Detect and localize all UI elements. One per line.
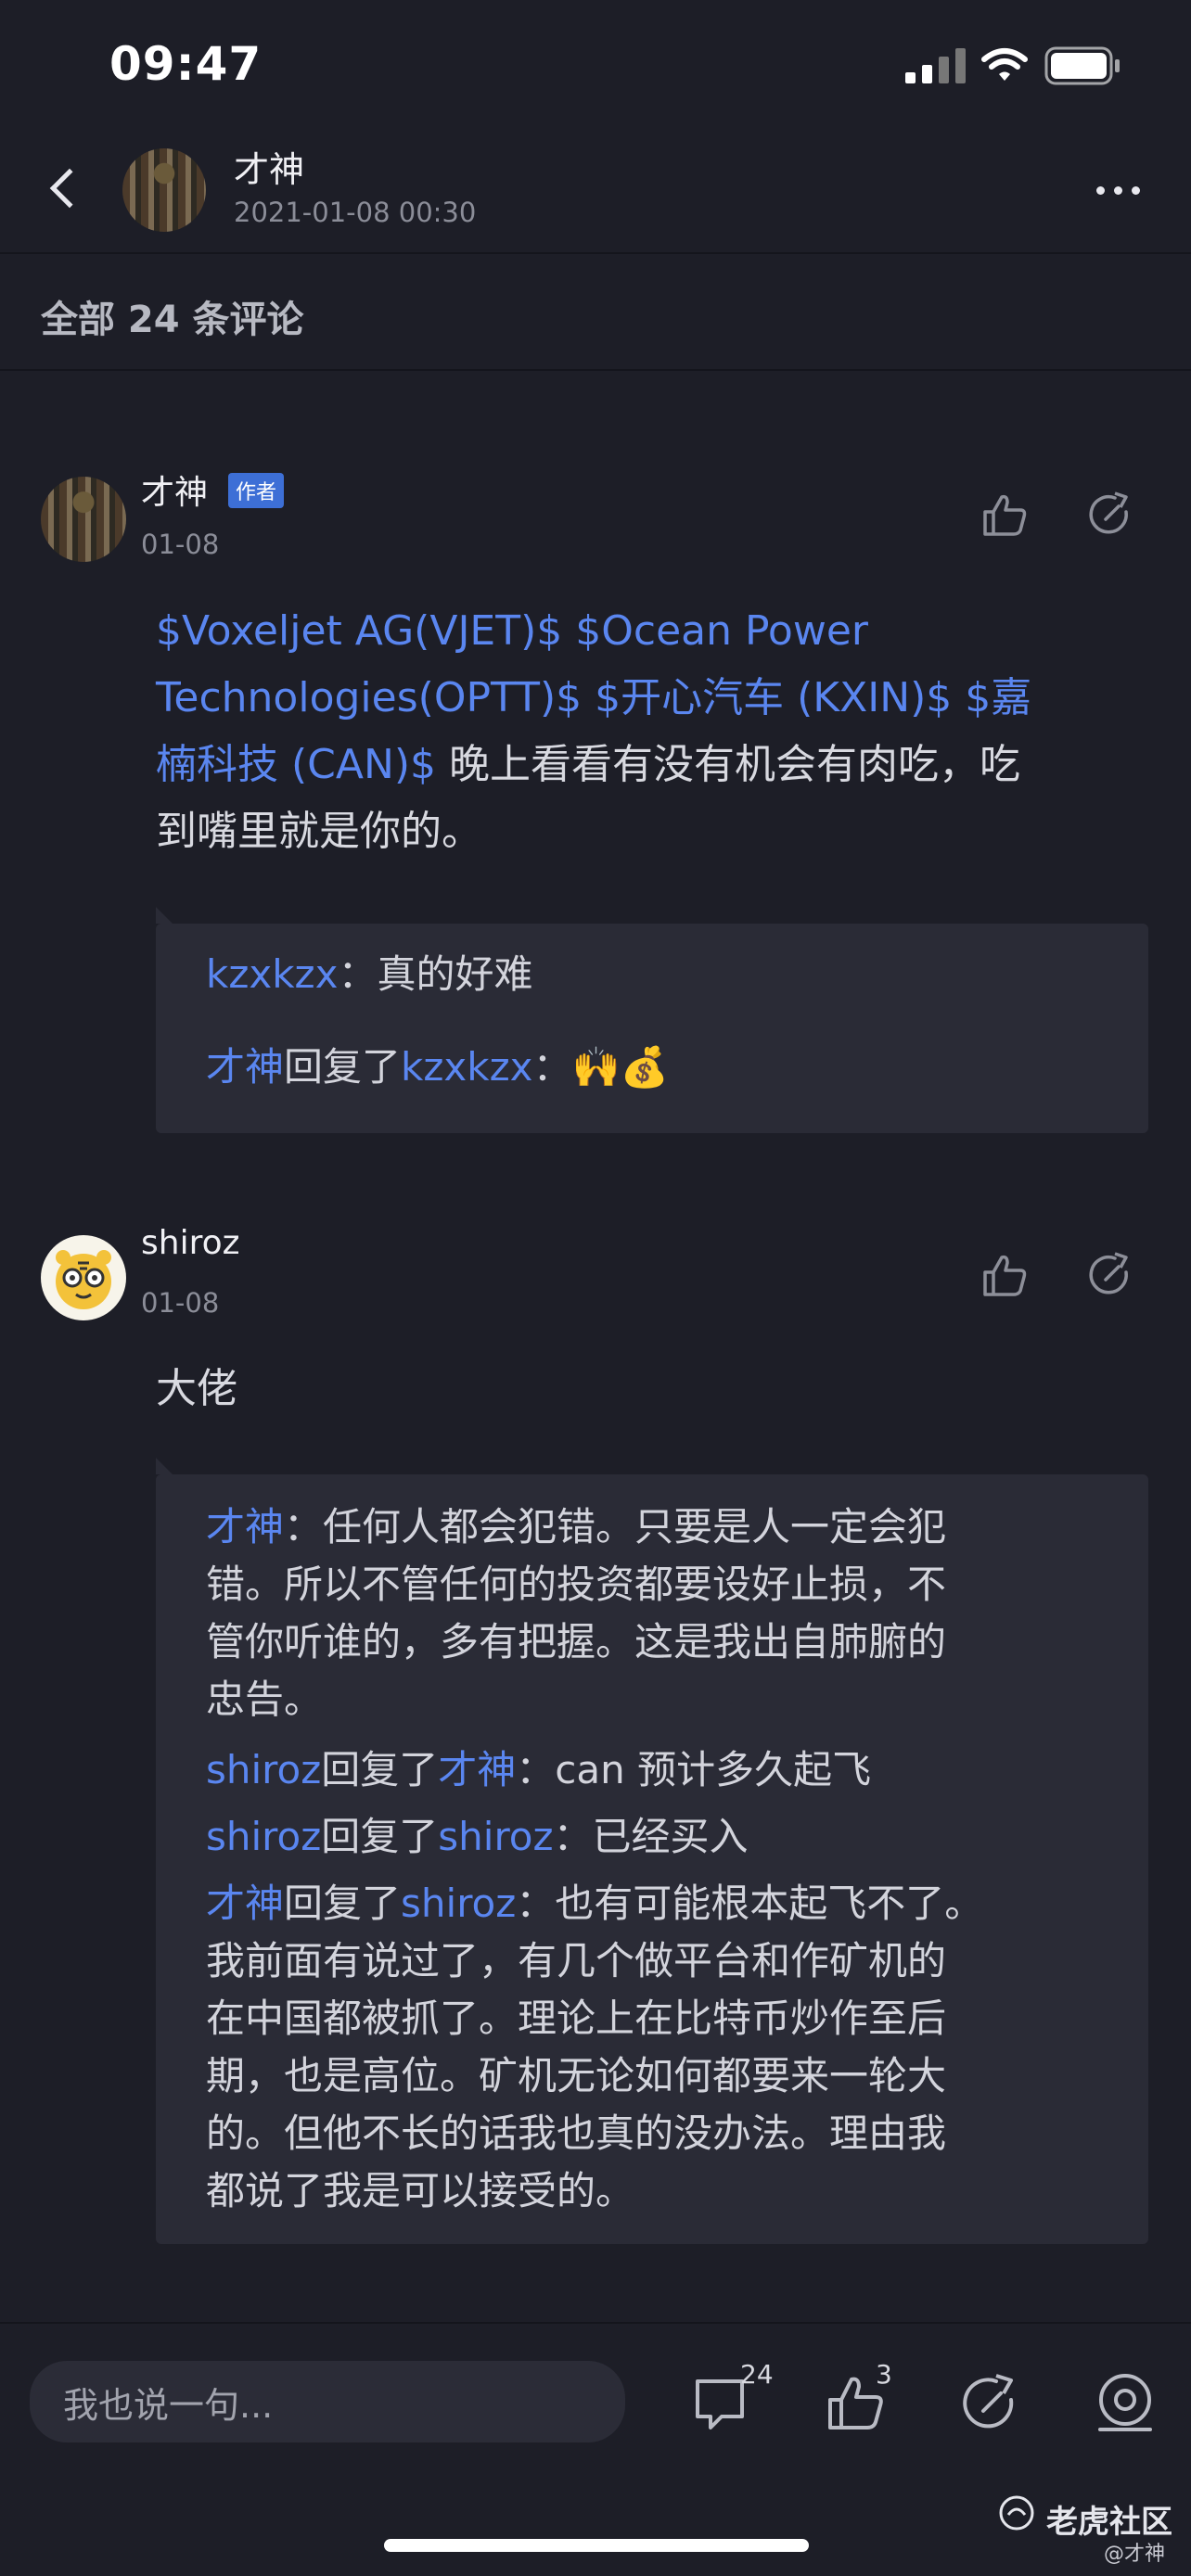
watermark-brand: 老虎社区 xyxy=(1046,2504,1172,2541)
battery-icon xyxy=(1044,46,1120,85)
like-count-badge: 3 xyxy=(876,2359,892,2390)
reply-item[interactable]: shiroz回复了才神：can 预计多久起飞 xyxy=(206,1741,871,1799)
reward-icon[interactable] xyxy=(1095,2372,1156,2433)
reply-item[interactable]: kzxkzx：真的好难 xyxy=(206,946,532,1003)
reply-text: 在中国都被抓了。理论上在比特币炒作至后 xyxy=(206,1996,947,2041)
cellular-signal-icon xyxy=(905,48,966,83)
reply-user[interactable]: 才神 xyxy=(206,1504,284,1549)
author-badge: 作者 xyxy=(228,473,285,508)
reply-item[interactable]: 才神回复了kzxkzx：🙌💰 xyxy=(206,1039,669,1096)
comment-body-line: $Voxeljet AG(VJET)$ $Ocean Power xyxy=(156,598,1167,665)
share-icon[interactable] xyxy=(1087,491,1133,538)
stock-link[interactable]: 楠科技 (CAN)$ xyxy=(156,741,436,788)
reply-text: 都说了我是可以接受的。 xyxy=(206,2168,635,2213)
comment-text: 到嘴里就是你的。 xyxy=(156,808,482,855)
reply-text: 的。但他不长的话我也真的没办法。理由我 xyxy=(206,2111,947,2156)
reply-target[interactable]: 才神 xyxy=(438,1747,516,1792)
reply-text: 期，也是高位。矿机无论如何都要来一轮大 xyxy=(206,2053,947,2098)
more-options-button[interactable] xyxy=(1096,185,1143,197)
bottom-bar-divider xyxy=(0,2322,1191,2324)
reply-text: ：真的好难 xyxy=(338,951,533,997)
reply-text: ：已经买入 xyxy=(553,1814,749,1859)
reply-text: 错。所以不管任何的投资都要设好止损，不 xyxy=(206,1562,947,1607)
tiger-avatar-icon xyxy=(56,1250,111,1309)
tiger-logo-icon xyxy=(999,2495,1034,2531)
header-post-datetime: 2021-01-08 00:30 xyxy=(234,197,477,228)
header-divider xyxy=(0,252,1191,254)
section-divider xyxy=(0,369,1191,371)
stock-link[interactable]: Technologies(OPTT)$ $开心汽车 (KXIN)$ $嘉 xyxy=(156,674,1031,721)
comment-body-line: 楠科技 (CAN)$ 晚上看看有没有机会有肉吃，吃 xyxy=(156,732,1167,798)
home-indicator[interactable] xyxy=(384,2539,809,2552)
reply-item[interactable]: 才神回复了shiroz：也有可能根本起飞不了。 我前面有说过了，有几个做平台和作… xyxy=(206,1875,1143,2220)
reply-text: 忠告。 xyxy=(206,1677,324,1722)
reply-text: ：也有可能根本起飞不了。 xyxy=(516,1881,984,1926)
reply-text: ：任何人都会犯错。只要是人一定会犯 xyxy=(284,1504,947,1549)
replies-box: kzxkzx：真的好难 才神回复了kzxkzx：🙌💰 xyxy=(156,907,1148,1133)
reply-text: ：can 预计多久起飞 xyxy=(516,1747,872,1792)
reply-text: 我前面有说过了，有几个做平台和作矿机的 xyxy=(206,1938,947,1983)
reply-target[interactable]: kzxkzx xyxy=(401,1044,532,1090)
comment-body-line: 到嘴里就是你的。 xyxy=(156,798,1167,865)
reply-user[interactable]: shiroz xyxy=(206,1747,321,1792)
like-icon[interactable] xyxy=(981,1252,1028,1298)
reply-verb: 回复了 xyxy=(284,1044,402,1090)
like-icon[interactable] xyxy=(981,491,1028,538)
reply-item[interactable]: 才神：任何人都会犯错。只要是人一定会犯 错。所以不管任何的投资都要设好止损，不 … xyxy=(206,1498,1133,1728)
share-icon[interactable] xyxy=(959,2374,1020,2435)
reply-verb: 回复了 xyxy=(284,1881,402,1926)
comment-input[interactable]: 我也说一句... xyxy=(30,2361,625,2442)
stock-link[interactable]: $Voxeljet AG(VJET)$ $Ocean Power xyxy=(156,607,868,655)
reply-text: 管你听谁的，多有把握。这是我出自肺腑的 xyxy=(206,1619,947,1664)
comment-author-name[interactable]: shiroz xyxy=(141,1224,240,1262)
status-time: 09:47 xyxy=(109,37,263,91)
back-icon[interactable] xyxy=(49,168,90,209)
reply-verb: 回复了 xyxy=(321,1747,439,1792)
comment-avatar[interactable] xyxy=(41,1235,126,1320)
wifi-icon xyxy=(981,48,1028,81)
comment-author-name[interactable]: 才神 xyxy=(141,465,208,514)
comment-avatar[interactable] xyxy=(41,477,126,562)
comment-body: 大佬 xyxy=(156,1365,237,1412)
share-icon[interactable] xyxy=(1087,1252,1133,1298)
comment-count-badge: 24 xyxy=(740,2359,774,2390)
header-author-name[interactable]: 才神 xyxy=(234,141,304,192)
comment-date: 01-08 xyxy=(141,1287,220,1319)
reply-user[interactable]: kzxkzx xyxy=(206,951,338,997)
author-avatar[interactable] xyxy=(122,148,206,232)
reply-verb: 回复了 xyxy=(321,1814,439,1859)
comment-body: $Voxeljet AG(VJET)$ $Ocean Power Technol… xyxy=(156,598,1167,865)
replies-box: 才神：任何人都会犯错。只要是人一定会犯 错。所以不管任何的投资都要设好止损，不 … xyxy=(156,1458,1148,2244)
reply-user[interactable]: 才神 xyxy=(206,1881,284,1926)
comment-text: 晚上看看有没有机会有肉吃，吃 xyxy=(436,741,1021,788)
comment-body-line: Technologies(OPTT)$ $开心汽车 (KXIN)$ $嘉 xyxy=(156,665,1167,732)
reply-target[interactable]: shiroz xyxy=(438,1814,553,1859)
reply-target[interactable]: shiroz xyxy=(401,1881,516,1926)
reply-text: ：🙌💰 xyxy=(532,1044,670,1090)
reply-item[interactable]: shiroz回复了shiroz：已经买入 xyxy=(206,1808,749,1866)
reply-user[interactable]: shiroz xyxy=(206,1814,321,1859)
comments-count-title: 全部 24 条评论 xyxy=(41,299,304,341)
comment-date: 01-08 xyxy=(141,529,220,560)
watermark-handle: @才神 xyxy=(1104,2543,1166,2566)
reply-user[interactable]: 才神 xyxy=(206,1044,284,1090)
